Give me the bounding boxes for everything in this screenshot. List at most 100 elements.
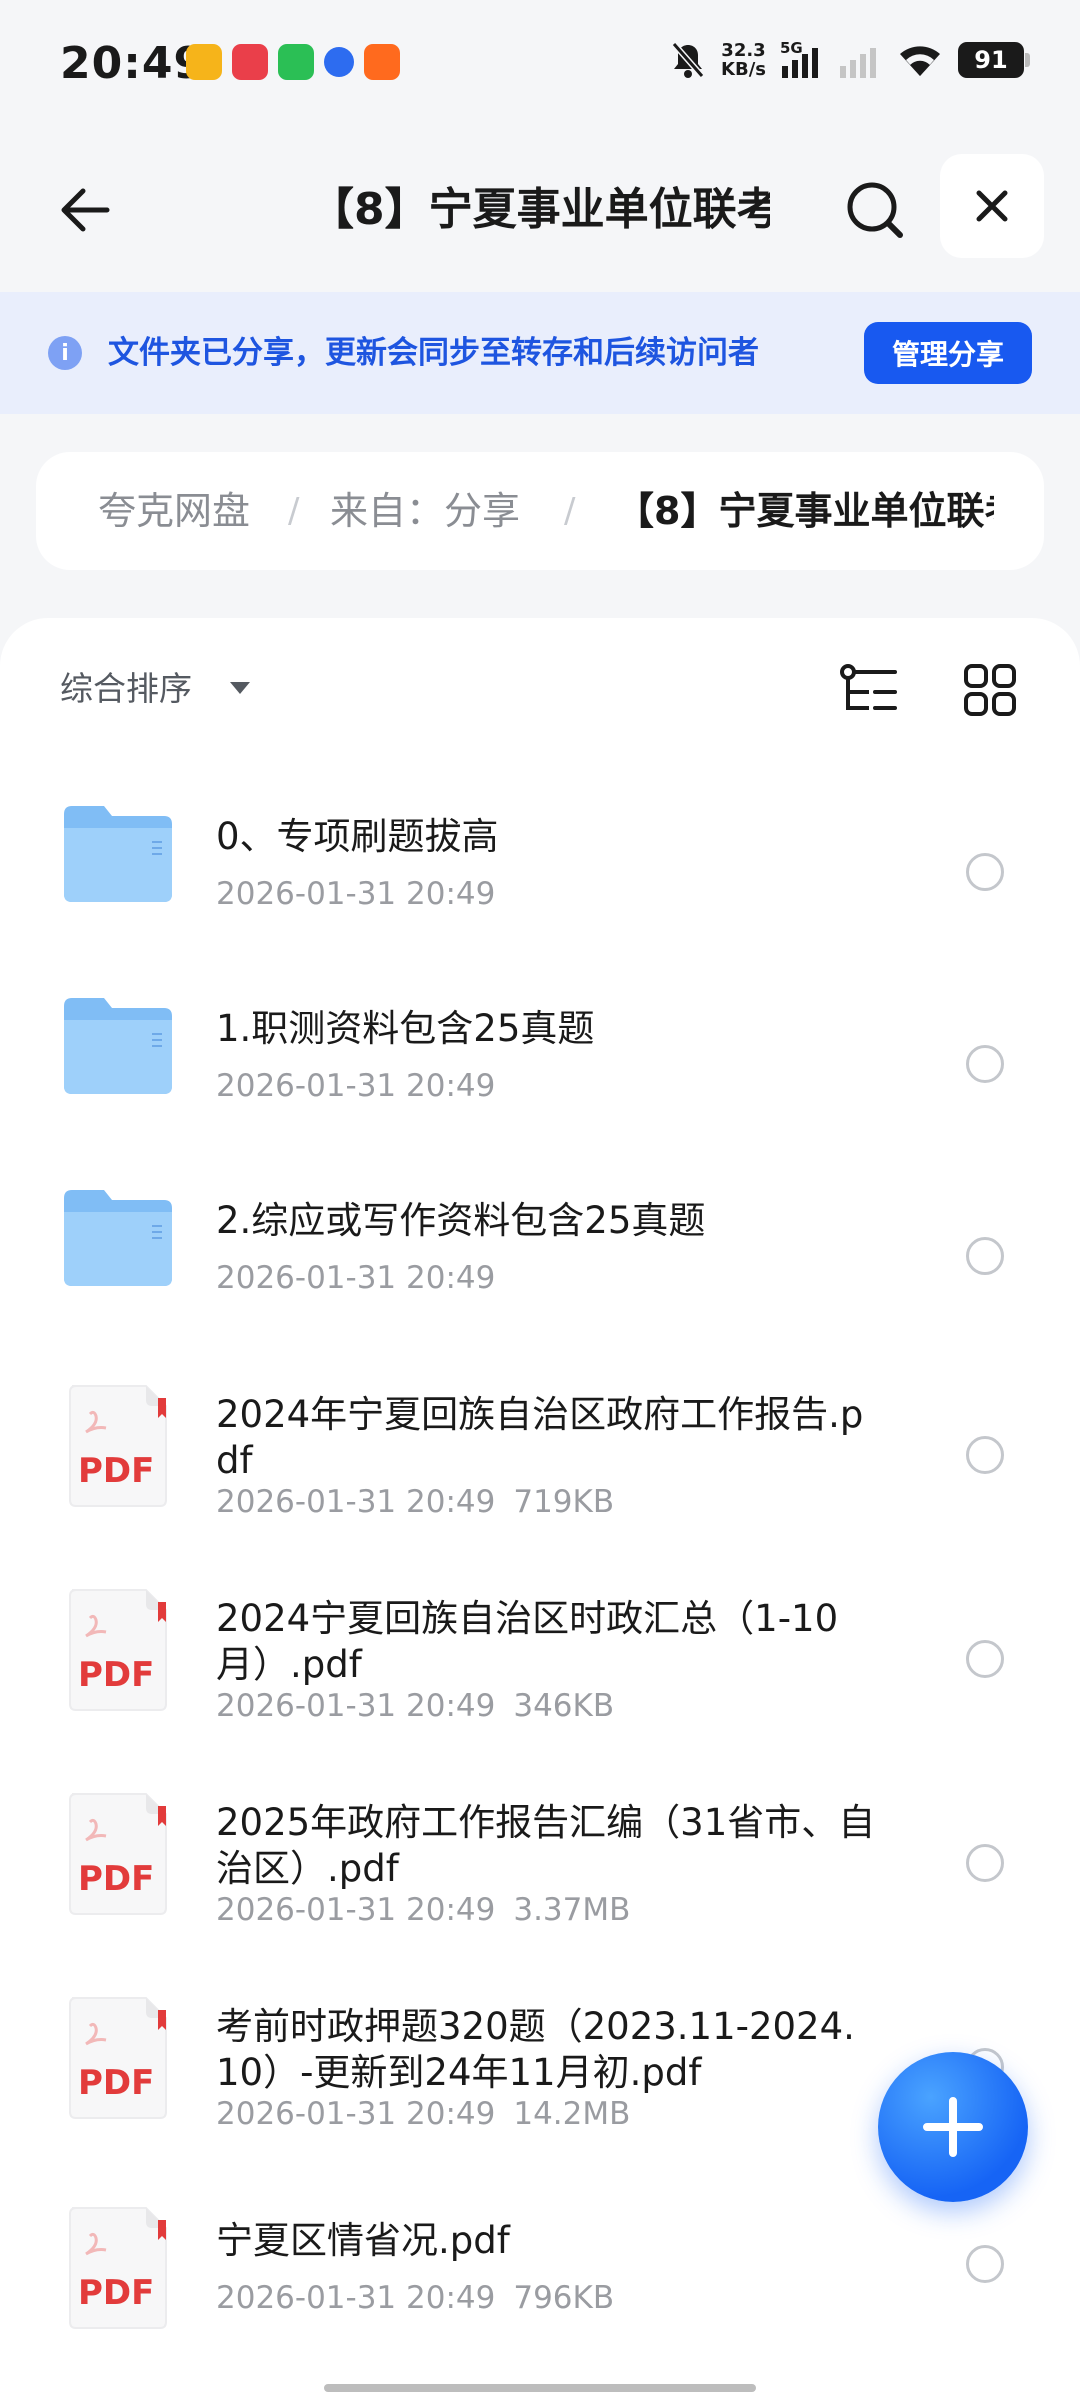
file-meta: 2026-01-31 20:49 3.37MB (216, 1890, 630, 1930)
file-meta: 2026-01-31 20:49 (216, 1066, 495, 1106)
status-right: 32.3 KB/s 5G 91 (669, 40, 1030, 80)
file-date: 2026-01-31 20:49 (216, 1892, 496, 1928)
file-name: 2.综应或写作资料包含25真题 (216, 1199, 706, 1242)
folder-icon (64, 1190, 172, 1286)
svg-text:PDF: PDF (78, 2063, 154, 2103)
back-button[interactable] (40, 165, 130, 255)
add-button[interactable] (878, 2052, 1028, 2202)
select-radio[interactable] (966, 1844, 1004, 1882)
file-name: 考前时政押题320题（2023.11-2024.10）-更新到24年11月初.p… (216, 2005, 855, 2094)
browser-app-icon (324, 47, 354, 77)
select-radio[interactable] (966, 1045, 1004, 1083)
network-speed: 32.3 KB/s (721, 40, 766, 80)
file-name: 2024宁夏回族自治区时政汇总（1-10月）.pdf (216, 1597, 839, 1686)
search-icon (847, 182, 903, 238)
select-radio[interactable] (966, 1237, 1004, 1275)
header: 【8】宁夏事业单位联考资料 (0, 130, 1080, 290)
file-date: 2026-01-31 20:49 (216, 2096, 496, 2132)
status-bar: 20:49 32.3 KB/s 5G 91 (0, 0, 1080, 130)
select-radio[interactable] (966, 2245, 1004, 2283)
manage-share-button[interactable]: 管理分享 (864, 322, 1032, 384)
grid-view-icon (964, 664, 1016, 716)
pdf-file-icon: PDF (69, 2207, 167, 2329)
file-size: 346KB (513, 1688, 615, 1724)
file-name: 0、专项刷题拔高 (216, 815, 499, 858)
tree-view-button[interactable] (834, 654, 906, 726)
news-app-icon (232, 44, 268, 80)
file-row-pdf[interactable]: PDF 2024年宁夏回族自治区政府工作报告.pdf 2026-01-31 20… (0, 1348, 1080, 1548)
tree-structure-icon (840, 664, 897, 710)
file-date: 2026-01-31 20:49 (216, 876, 496, 912)
plus-icon (923, 2097, 983, 2157)
file-date: 2026-01-31 20:49 (216, 1688, 496, 1724)
file-size: 14.2MB (513, 2096, 631, 2132)
page: 20:49 32.3 KB/s 5G 91 【8】宁夏事业单位联考 i 文件夹已… (0, 0, 1080, 2400)
pdf-file-icon: PDF (69, 1589, 167, 1711)
file-meta: 2026-01-31 20:49 796KB (216, 2278, 614, 2318)
file-size: 3.37MB (513, 1892, 631, 1928)
status-app-icons (186, 44, 400, 80)
share-banner-text: 文件夹已分享，更新会同步至转存和后续访问者 (108, 335, 759, 371)
file-row-folder[interactable]: 1.职测资料包含25真题 2026-01-31 20:49 (0, 956, 1080, 1146)
home-indicator[interactable] (324, 2384, 756, 2392)
battery-indicator: 91 (958, 42, 1030, 78)
file-size: 796KB (513, 2280, 615, 2316)
info-icon: i (48, 336, 82, 370)
signal-2-icon (840, 48, 876, 78)
file-row-pdf[interactable]: PDF 宁夏区情省况.pdf 2026-01-31 20:49 796KB (0, 2174, 1080, 2364)
select-radio[interactable] (966, 853, 1004, 891)
search-button[interactable] (830, 165, 920, 255)
close-icon (976, 190, 1008, 222)
taobao-app-icon (364, 44, 400, 80)
breadcrumb-separator: / (288, 491, 300, 531)
pdf-file-icon: PDF (69, 1385, 167, 1507)
file-meta: 2026-01-31 20:49 14.2MB (216, 2094, 630, 2134)
file-date: 2026-01-31 20:49 (216, 1484, 496, 1520)
select-radio[interactable] (966, 1640, 1004, 1678)
file-row-folder[interactable]: 2.综应或写作资料包含25真题 2026-01-31 20:49 (0, 1148, 1080, 1338)
file-date: 2026-01-31 20:49 (216, 1260, 496, 1296)
file-row-pdf[interactable]: PDF 2025年政府工作报告汇编（31省市、自治区）.pdf 2026-01-… (0, 1756, 1080, 1956)
file-meta: 2026-01-31 20:49 719KB (216, 1482, 614, 1522)
signal-1: 5G (780, 40, 824, 80)
wechat-app-icon (278, 44, 314, 80)
file-name: 宁夏区情省况.pdf (216, 2219, 510, 2262)
share-banner: i 文件夹已分享，更新会同步至转存和后续访问者 管理分享 (0, 292, 1080, 414)
svg-text:PDF: PDF (78, 2273, 154, 2313)
select-radio[interactable] (966, 1436, 1004, 1474)
file-meta: 2026-01-31 20:49 346KB (216, 1686, 614, 1726)
pdf-file-icon: PDF (69, 1997, 167, 2119)
file-meta: 2026-01-31 20:49 (216, 1258, 495, 1298)
file-name: 1.职测资料包含25真题 (216, 1007, 595, 1050)
close-button[interactable] (940, 154, 1044, 258)
file-name: 2025年政府工作报告汇编（31省市、自治区）.pdf (216, 1801, 876, 1890)
sort-dropdown[interactable]: 综合排序 (60, 664, 192, 714)
arrow-left-icon (61, 188, 110, 232)
breadcrumb-separator: / (564, 491, 576, 531)
signal-strength-icon (782, 48, 818, 78)
file-date: 2026-01-31 20:49 (216, 1068, 496, 1104)
folder-icon (64, 806, 172, 902)
file-row-folder[interactable]: 0、专项刷题拔高 2026-01-31 20:49 (0, 764, 1080, 954)
file-row-pdf[interactable]: PDF 2024宁夏回族自治区时政汇总（1-10月）.pdf 2026-01-3… (0, 1552, 1080, 1752)
mute-bell-icon (671, 42, 705, 78)
svg-text:PDF: PDF (78, 1451, 154, 1491)
file-name: 2024年宁夏回族自治区政府工作报告.pdf (216, 1393, 864, 1482)
file-meta: 2026-01-31 20:49 (216, 874, 495, 914)
svg-text:PDF: PDF (78, 1859, 154, 1899)
wifi-icon (900, 46, 940, 76)
status-time: 20:49 (60, 38, 206, 89)
breadcrumb: 夸克网盘 / 来自：分享 / 【8】宁夏事业单位联考资料 (36, 452, 1044, 570)
page-title: 【8】宁夏事业单位联考资料 (310, 184, 770, 235)
caret-down-icon[interactable] (230, 682, 250, 694)
pdf-file-icon: PDF (69, 1793, 167, 1915)
breadcrumb-item-root[interactable]: 夸克网盘 (98, 452, 250, 570)
folder-icon (64, 998, 172, 1094)
svg-text:PDF: PDF (78, 1655, 154, 1695)
file-size: 719KB (513, 1484, 615, 1520)
weibo-app-icon (186, 44, 222, 80)
grid-view-button[interactable] (954, 654, 1026, 726)
file-date: 2026-01-31 20:49 (216, 2280, 496, 2316)
breadcrumb-item-current: 【8】宁夏事业单位联考资料 (616, 489, 994, 533)
breadcrumb-item-shared[interactable]: 来自：分享 (330, 452, 520, 570)
